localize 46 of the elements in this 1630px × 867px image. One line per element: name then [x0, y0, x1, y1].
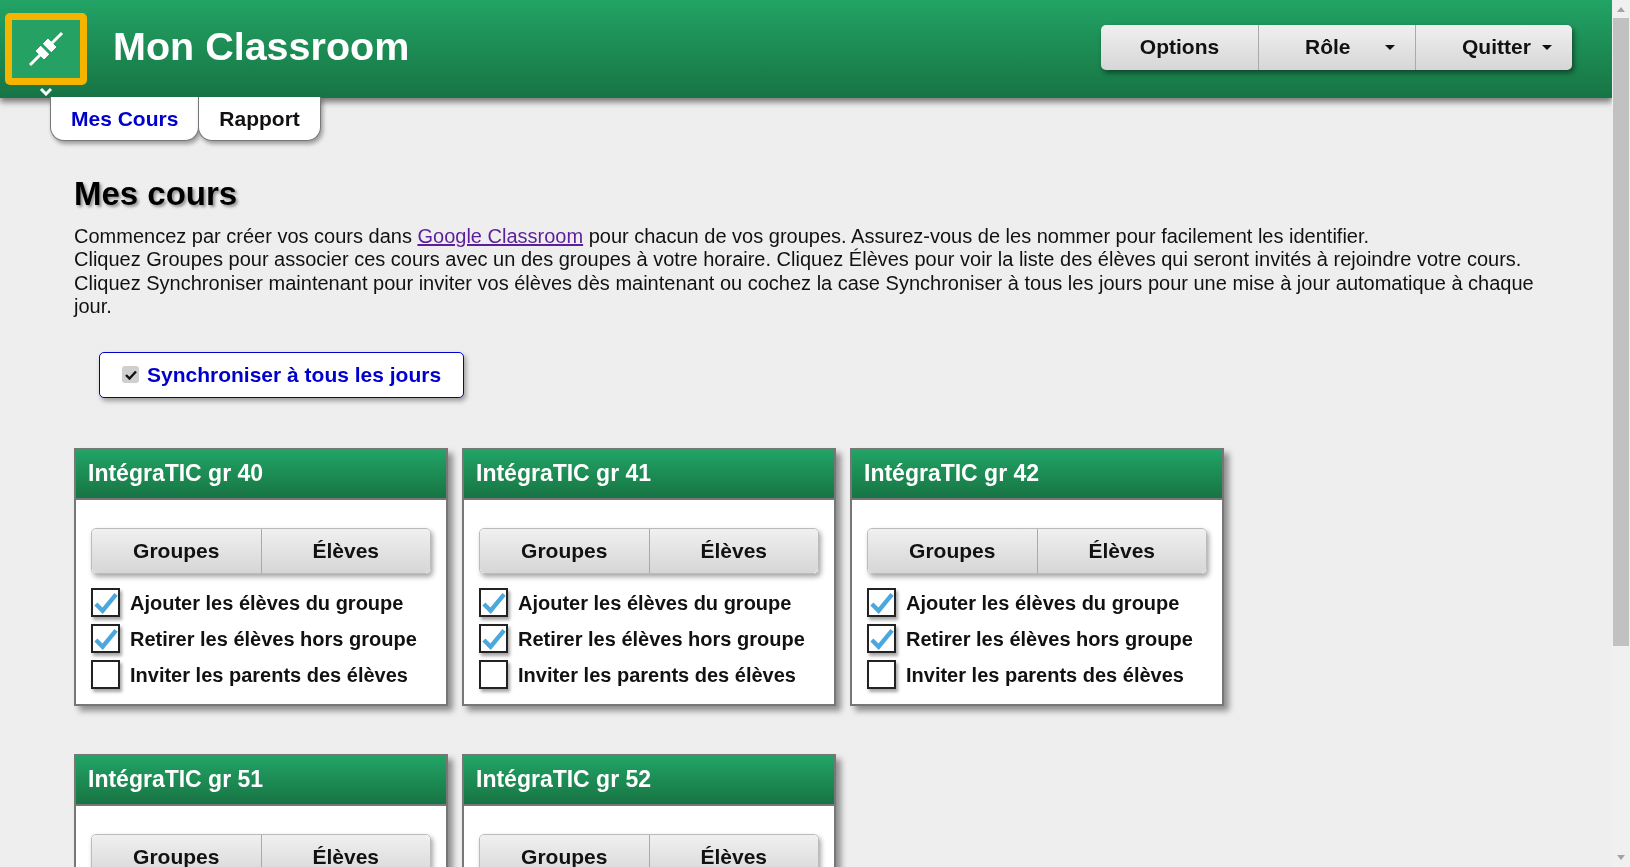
checkbox[interactable] [91, 624, 120, 653]
tab[interactable]: Mes Cours [50, 97, 200, 141]
checkbox[interactable] [91, 588, 120, 617]
classroom-link[interactable]: Google Classroom [417, 224, 584, 247]
checkbox[interactable] [479, 660, 508, 689]
card-button[interactable]: Groupes [868, 528, 1037, 573]
checkbox[interactable] [122, 366, 139, 383]
card-button[interactable]: Élèves [260, 528, 430, 573]
card-title: IntégraTIC gr 51 [76, 755, 446, 806]
option-label: Inviter les parents des élèves [130, 662, 408, 688]
card-button[interactable]: Groupes [480, 528, 649, 573]
sync-toggle[interactable]: Synchroniser à tous les jours [99, 351, 465, 398]
card-button[interactable]: Élèves [648, 528, 818, 573]
option-label: Ajouter les élèves du groupe [518, 590, 792, 616]
option-label: Retirer les élèves hors groupe [130, 626, 417, 652]
intro-text: Commencez par créer vos cours dans Google Classroom pour chacun de vos groupes. Assurez-vous de les nommer pour facilement les identifier. [74, 224, 1371, 248]
checkbox[interactable] [91, 660, 120, 689]
card-title: IntégraTIC gr 52 [464, 755, 834, 806]
option-label: Ajouter les élèves du groupe [130, 590, 404, 616]
checkbox[interactable] [479, 624, 508, 653]
app-logo[interactable] [5, 12, 87, 85]
checkbox[interactable] [479, 588, 508, 617]
card-title: IntégraTIC gr 41 [464, 449, 834, 500]
option-label: Retirer les élèves hors groupe [906, 626, 1193, 652]
option-label: Ajouter les élèves du groupe [906, 590, 1180, 616]
instruction-text: Cliquez Groupes pour associer ces cours avec un des groupes à votre horaire. Cliquez Élèves pour voir la liste des élèves qui seront invités à rejoindre votre cours. [74, 248, 1523, 272]
option-label: Inviter les parents des élèves [906, 662, 1184, 688]
instruction-text: Cliquez Synchroniser maintenant pour inviter vos élèves dès maintenant ou cochez la case Synchroniser à tous les jours pour une mise à jour automatique à chaque jour. [74, 271, 1535, 319]
header-button[interactable]: Quitter [1415, 24, 1572, 70]
option-label: Inviter les parents des élèves [518, 662, 796, 688]
header-button[interactable]: Rôle [1258, 24, 1415, 70]
chevron-down-icon[interactable] [39, 86, 53, 96]
header-button[interactable]: Options [1101, 24, 1258, 70]
checkbox[interactable] [867, 660, 896, 689]
checkbox[interactable] [867, 588, 896, 617]
page-heading: Mes cours [74, 174, 239, 214]
card-button[interactable]: Groupes [92, 528, 261, 573]
card-title: IntégraTIC gr 40 [76, 449, 446, 500]
card-button[interactable]: Élèves [1036, 528, 1206, 573]
app-title: Mon Classroom [113, 23, 410, 71]
card-button[interactable]: Élèves [648, 834, 818, 867]
tab[interactable]: Rapport [198, 97, 321, 141]
option-label: Retirer les élèves hors groupe [518, 626, 805, 652]
checkbox[interactable] [867, 624, 896, 653]
card-button[interactable]: Élèves [260, 834, 430, 867]
card-title: IntégraTIC gr 42 [852, 449, 1222, 500]
